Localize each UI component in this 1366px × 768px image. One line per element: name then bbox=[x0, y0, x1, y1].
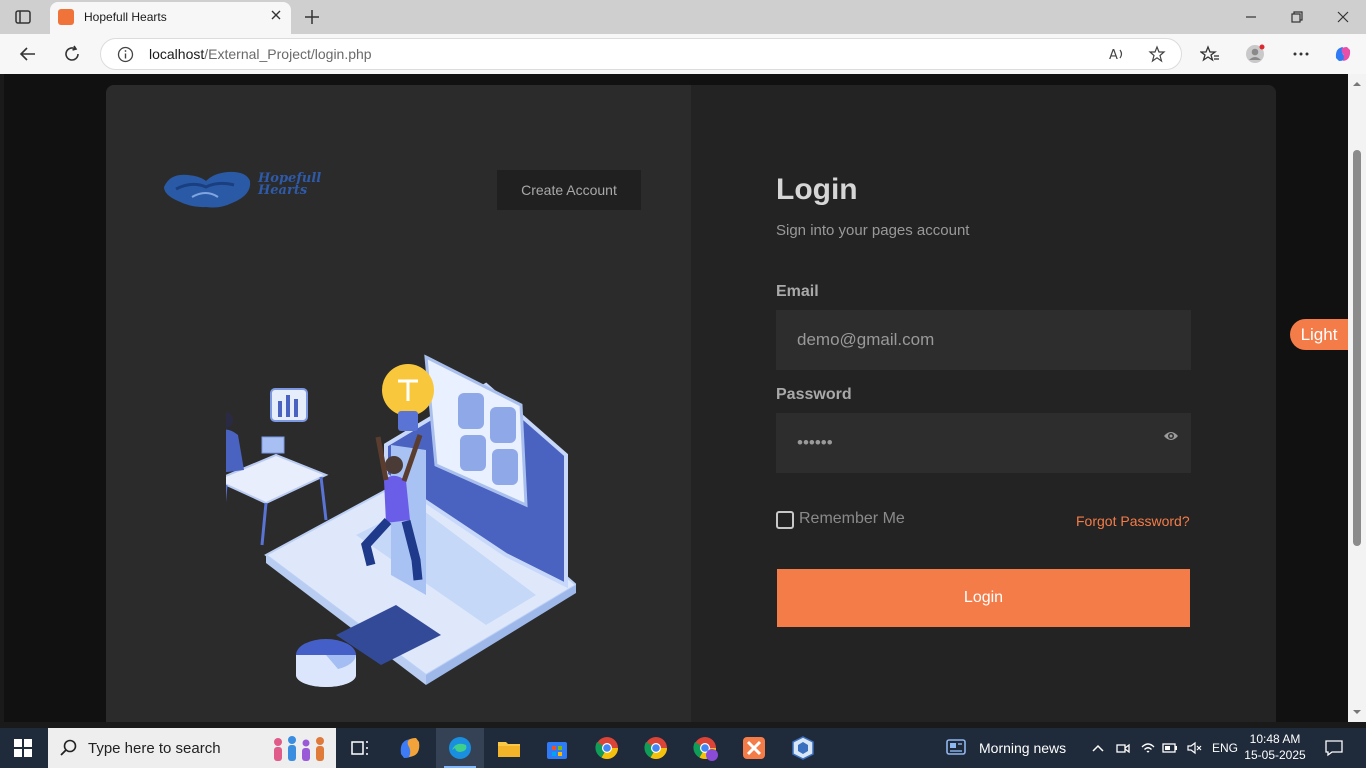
xampp-favicon-icon bbox=[58, 9, 74, 25]
login-card: Hopefull Hearts Create Account Login Sig… bbox=[106, 85, 1276, 722]
url-text: localhost/External_Project/login.php bbox=[149, 46, 372, 62]
browser-tab-bar: Hopefull Hearts bbox=[0, 0, 1366, 34]
url-host: localhost bbox=[149, 46, 205, 62]
scrollbar-thumb[interactable] bbox=[1353, 150, 1361, 546]
password-field[interactable]: •••••• bbox=[776, 413, 1191, 473]
input-language[interactable]: ENG bbox=[1212, 741, 1238, 755]
system-clock[interactable]: 10:48 AM 15-05-2025 bbox=[1240, 731, 1310, 763]
show-hidden-icons-chevron-icon[interactable] bbox=[1090, 740, 1106, 756]
email-field[interactable]: demo@gmail.com bbox=[776, 310, 1191, 370]
login-button[interactable]: Login bbox=[777, 569, 1190, 627]
login-heading: Login bbox=[776, 173, 858, 206]
forgot-password-link[interactable]: Forgot Password? bbox=[1076, 513, 1190, 529]
scroll-down-arrow-icon[interactable] bbox=[1353, 708, 1361, 716]
news-widget-label[interactable]: Morning news bbox=[979, 740, 1066, 756]
chrome-profile-icon[interactable] bbox=[642, 734, 670, 762]
light-theme-toggle[interactable]: Light bbox=[1290, 319, 1348, 350]
restore-icon[interactable] bbox=[1289, 9, 1305, 25]
copilot-icon[interactable] bbox=[1333, 44, 1353, 64]
password-label: Password bbox=[776, 386, 852, 403]
remember-me-checkbox[interactable] bbox=[776, 511, 794, 529]
virtualbox-icon[interactable] bbox=[789, 734, 817, 762]
microsoft-store-icon[interactable] bbox=[543, 734, 571, 762]
volume-muted-icon[interactable] bbox=[1186, 740, 1202, 756]
scroll-up-arrow-icon[interactable] bbox=[1353, 80, 1361, 88]
edge-browser-icon[interactable] bbox=[446, 734, 474, 762]
refresh-icon[interactable] bbox=[62, 44, 82, 64]
minimize-icon[interactable] bbox=[1243, 9, 1259, 25]
battery-icon[interactable] bbox=[1162, 740, 1178, 756]
page-viewport: Hopefull Hearts Create Account Login Sig… bbox=[4, 74, 1348, 722]
news-widget-icon[interactable] bbox=[946, 738, 966, 756]
tab-actions-icon[interactable] bbox=[14, 8, 32, 26]
search-placeholder: Type here to search bbox=[88, 740, 221, 757]
create-account-button[interactable]: Create Account bbox=[497, 170, 641, 210]
read-aloud-icon[interactable]: A bbox=[1108, 45, 1126, 63]
url-path: /External_Project/login.php bbox=[204, 46, 372, 62]
profile-avatar-icon[interactable] bbox=[1245, 44, 1265, 64]
browser-tab[interactable]: Hopefull Hearts bbox=[50, 2, 291, 34]
taskbar-search-box[interactable]: Type here to search bbox=[48, 728, 336, 768]
branding-panel: Hopefull Hearts Create Account bbox=[106, 85, 691, 722]
more-options-icon[interactable] bbox=[1291, 44, 1311, 64]
search-icon bbox=[60, 739, 77, 756]
browser-toolbar: localhost/External_Project/login.php A bbox=[0, 34, 1366, 74]
back-arrow-icon[interactable] bbox=[18, 44, 38, 64]
new-tab-icon[interactable] bbox=[302, 7, 322, 27]
windows-start-icon[interactable] bbox=[14, 739, 32, 757]
login-subtitle: Sign into your pages account bbox=[776, 222, 970, 239]
family-illustration-icon bbox=[274, 736, 324, 761]
wifi-icon[interactable] bbox=[1140, 740, 1156, 756]
logo[interactable]: Hopefull Hearts bbox=[162, 169, 362, 211]
xampp-icon[interactable] bbox=[740, 734, 768, 762]
favorites-icon[interactable] bbox=[1200, 44, 1220, 64]
clock-date: 15-05-2025 bbox=[1244, 748, 1306, 762]
login-form-panel: Login Sign into your pages account Email… bbox=[691, 85, 1276, 722]
show-password-eye-icon[interactable] bbox=[1163, 429, 1179, 443]
clock-time: 10:48 AM bbox=[1249, 732, 1301, 746]
laptop-lightbulb-illustration bbox=[226, 354, 576, 687]
chrome-icon[interactable] bbox=[593, 734, 621, 762]
site-info-icon[interactable] bbox=[117, 46, 134, 63]
svg-text:A: A bbox=[1109, 48, 1118, 63]
hands-heart-logo-icon bbox=[164, 171, 251, 208]
address-bar[interactable]: localhost/External_Project/login.php A bbox=[100, 38, 1182, 70]
meet-now-icon[interactable] bbox=[1115, 740, 1131, 756]
task-view-icon[interactable] bbox=[346, 734, 374, 762]
tab-title: Hopefull Hearts bbox=[84, 10, 167, 24]
windows-taskbar: Type here to search Morning news ENG 10:… bbox=[0, 728, 1366, 768]
remember-me-label[interactable]: Remember Me bbox=[799, 510, 905, 528]
file-explorer-icon[interactable] bbox=[495, 734, 523, 762]
page-scrollbar[interactable] bbox=[1348, 74, 1366, 722]
copilot-taskbar-icon[interactable] bbox=[396, 734, 424, 762]
notifications-icon[interactable] bbox=[1324, 738, 1344, 758]
chrome-profile-h-icon[interactable] bbox=[691, 734, 719, 762]
close-window-icon[interactable] bbox=[1335, 9, 1351, 25]
favorite-star-icon[interactable] bbox=[1148, 45, 1166, 63]
email-label: Email bbox=[776, 283, 819, 300]
close-tab-icon[interactable] bbox=[269, 8, 283, 22]
logo-text: Hopefull Hearts bbox=[258, 171, 322, 198]
